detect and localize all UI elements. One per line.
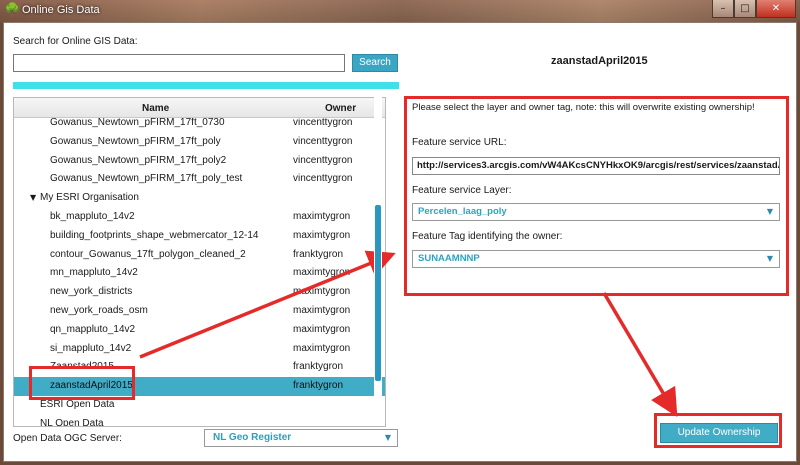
dialog-body: Search for Online GIS Data: Search Gowan… [3, 22, 797, 462]
tree-row-name: mn_mappluto_14v2 [50, 267, 138, 279]
tree-row[interactable]: contour_Gowanus_17ft_polygon_cleaned_2 fr… [14, 246, 385, 265]
column-owner-header[interactable]: Owner [325, 103, 356, 114]
tree-root[interactable]: NL Open Data [14, 415, 385, 427]
feature-url-field[interactable]: http://services3.arcgis.com/vW4AKcsCNYHk… [412, 157, 780, 175]
owner-tag-label: Feature Tag identifying the owner: [412, 231, 563, 242]
owner-tag-value: SUNAAMNNP [418, 253, 480, 264]
tree-row-name: building_footprints_shape_webmercator_12… [50, 229, 259, 241]
search-button[interactable]: Search [352, 54, 398, 72]
ogc-server-value: NL Geo Register [213, 432, 292, 443]
tree-row[interactable]: zaanstadApril2015 franktygron [14, 377, 385, 396]
search-input[interactable] [13, 54, 345, 72]
tree-row-name: contour_Gowanus_17ft_polygon_cleaned_2 [50, 248, 246, 260]
progress-bar [13, 82, 399, 89]
feature-layer-label: Feature service Layer: [412, 185, 512, 196]
chevron-down-icon: ▼ [384, 433, 391, 442]
tree-row-name: si_mappluto_14v2 [50, 342, 132, 354]
tree-row-owner: maximtygron [293, 342, 351, 354]
tree-row-name: new_york_roads_osm [50, 304, 148, 316]
tree-row-name: Gowanus_Newtown_pFIRM_17ft_poly [50, 135, 221, 147]
tree-row[interactable]: Gowanus_Newtown_pFIRM_17ft_poly2 vincentt… [14, 152, 385, 171]
tree-rows: Gowanus_Newtown_pFIRM_17ft_0730 vincentty… [14, 114, 385, 427]
maximize-button[interactable]: □ [734, 0, 756, 18]
ownership-note: Please select the layer and owner tag, n… [412, 102, 755, 113]
tree-row-name: qn_mappluto_14v2 [50, 323, 136, 335]
tree-row-name: zaanstadApril2015 [50, 380, 133, 392]
tree-row-name: new_york_districts [50, 286, 133, 298]
tree-row-name: Gowanus_Newtown_pFIRM_17ft_poly2 [50, 154, 227, 166]
tree-row-owner: maximtygron [293, 304, 351, 316]
ogc-server-select[interactable]: NL Geo Register ▼ [204, 429, 398, 447]
minimize-button[interactable]: – [712, 0, 734, 18]
search-label: Search for Online GIS Data: [13, 36, 138, 47]
tree-icon: 🌳 [4, 3, 21, 18]
tree-row[interactable]: mn_mappluto_14v2 maximtygron [14, 264, 385, 283]
expand-arrow-icon[interactable]: ▼ [30, 189, 36, 208]
tree-row-owner: vincenttygron [293, 154, 353, 166]
window-title: Online Gis Data [22, 4, 100, 16]
feature-layer-value: Percelen_laag_poly [418, 206, 507, 217]
owner-tag-select[interactable]: SUNAAMNNP ▼ [412, 250, 780, 268]
tree-row[interactable]: building_footprints_shape_webmercator_12… [14, 227, 385, 246]
ownership-panel: Please select the layer and owner tag, n… [404, 96, 789, 296]
selected-layer-title: zaanstadApril2015 [551, 55, 648, 67]
tree-row-owner: maximtygron [293, 323, 351, 335]
tree-scrollbar-thumb[interactable] [375, 205, 381, 381]
tree-row-name: Zaanstad2015 [50, 361, 114, 373]
tree-row[interactable]: new_york_roads_osm maximtygron [14, 302, 385, 321]
tree-header: Name Owner [14, 98, 385, 118]
tree-row-owner: franktygron [293, 248, 344, 260]
chevron-down-icon: ▼ [766, 254, 773, 263]
tree-row[interactable]: bk_mappluto_14v2 maximtygron [14, 208, 385, 227]
tree-row-owner: vincenttygron [293, 135, 353, 147]
tree-row[interactable]: si_mappluto_14v2 maximtygron [14, 340, 385, 359]
feature-url-label: Feature service URL: [412, 137, 507, 148]
tree-row-name: bk_mappluto_14v2 [50, 210, 135, 222]
tree-row-owner: maximtygron [293, 267, 351, 279]
tree-row-owner: maximtygron [293, 286, 351, 298]
tree-row-owner: maximtygron [293, 229, 351, 241]
tree-row-owner: franktygron [293, 361, 344, 373]
column-name-header[interactable]: Name [142, 103, 169, 114]
chevron-down-icon: ▼ [766, 207, 773, 216]
feature-layer-select[interactable]: Percelen_laag_poly ▼ [412, 203, 780, 221]
tree-row-name: ESRI Open Data [40, 398, 115, 410]
update-ownership-button[interactable]: Update Ownership [660, 423, 778, 443]
tree-row-owner: vincenttygron [293, 173, 353, 185]
tree-row-name: My ESRI Organisation [40, 192, 139, 204]
minimize-icon: – [720, 3, 726, 14]
tree-row-name: NL Open Data [40, 417, 104, 427]
tree-root[interactable]: ESRI Open Data [14, 396, 385, 415]
close-button[interactable]: ✕ [756, 0, 796, 18]
tree-row-name: Gowanus_Newtown_pFIRM_17ft_poly_test [50, 173, 243, 185]
close-icon: ✕ [771, 3, 781, 14]
tree-row[interactable]: Zaanstad2015 franktygron [14, 358, 385, 377]
tree-row[interactable]: Gowanus_Newtown_pFIRM_17ft_poly_test vinc… [14, 170, 385, 189]
tree-row-owner: franktygron [293, 380, 344, 392]
gis-data-tree[interactable]: Gowanus_Newtown_pFIRM_17ft_0730 vincentty… [13, 97, 386, 427]
tree-row[interactable]: Gowanus_Newtown_pFIRM_17ft_poly vincentty… [14, 133, 385, 152]
tree-row[interactable]: qn_mappluto_14v2 maximtygron [14, 321, 385, 340]
tree-row-owner: maximtygron [293, 210, 351, 222]
ogc-server-label: Open Data OGC Server: [13, 433, 122, 444]
maximize-icon: □ [740, 3, 750, 14]
title-bar[interactable]: 🌳 Online Gis Data [0, 0, 800, 22]
tree-folder[interactable]: ▼ My ESRI Organisation [14, 189, 385, 208]
tree-row[interactable]: new_york_districts maximtygron [14, 283, 385, 302]
